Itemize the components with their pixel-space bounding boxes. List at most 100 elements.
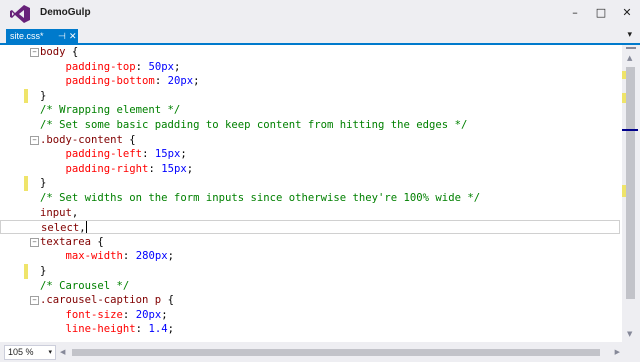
collapse-region-icon[interactable]: − — [30, 296, 39, 306]
code-text: textarea { — [40, 235, 104, 250]
code-token: select — [41, 222, 80, 235]
close-button[interactable]: ✕ — [620, 6, 634, 20]
code-token: textarea — [40, 235, 92, 248]
code-token: } — [40, 177, 47, 190]
code-token: /* Set some basic padding to keep conten… — [40, 119, 468, 131]
code-token: /* Set widths on the form inputs since o… — [40, 192, 481, 204]
horizontal-scroll-thumb[interactable] — [72, 349, 600, 356]
code-text: max-width: 280px; — [40, 249, 174, 264]
code-token: padding-top — [40, 60, 136, 73]
chevron-down-icon: ▾ — [48, 349, 52, 356]
code-token: } — [40, 265, 47, 277]
overview-change-mark — [622, 71, 626, 79]
scroll-left-icon[interactable]: ◀ — [60, 346, 65, 358]
scroll-up-icon[interactable]: ▲ — [627, 54, 632, 62]
split-window-icon[interactable] — [626, 47, 636, 53]
collapse-region-icon[interactable]: − — [30, 135, 39, 145]
document-tab-strip: site.css* ⊣ ✕ ▾ — [0, 28, 640, 45]
code-line[interactable]: padding-right: 15px; — [0, 162, 620, 177]
code-line[interactable]: } — [0, 89, 620, 104]
code-token: 20px — [167, 75, 194, 88]
vertical-scroll-thumb[interactable] — [626, 67, 635, 299]
code-token: { — [91, 235, 104, 248]
collapse-region-icon[interactable]: − — [30, 237, 39, 247]
overview-caret-mark — [622, 129, 638, 131]
code-token: : — [135, 60, 149, 73]
editor-bottom-bar: 105 % ▾ ◀ ▶ — [0, 342, 640, 362]
minimize-button[interactable]: – — [568, 6, 582, 20]
code-token: /* Wrapping element */ — [40, 104, 181, 117]
code-text: input, — [40, 206, 78, 221]
code-line[interactable]: − .carousel-caption p { — [0, 293, 620, 308]
code-text: padding-bottom: 20px; — [40, 74, 200, 89]
code-line[interactable]: padding-bottom: 20px; — [0, 74, 620, 89]
code-token: { — [65, 46, 79, 58]
code-token: : — [122, 250, 136, 263]
code-line[interactable]: max-width: 280px; — [0, 249, 620, 264]
code-token: ; — [180, 148, 187, 161]
code-token: ; — [161, 308, 168, 321]
maximize-button[interactable]: □ — [594, 6, 608, 20]
code-line[interactable]: line-height: 1.4; — [0, 322, 620, 337]
code-token: } — [40, 89, 47, 102]
code-line[interactable]: /* Wrapping element */ — [0, 103, 620, 118]
code-token: .carousel-caption p — [40, 294, 162, 307]
code-line[interactable]: /* Set widths on the form inputs since o… — [0, 191, 620, 206]
code-line[interactable]: } — [0, 264, 620, 279]
code-token: .body-content — [40, 133, 123, 146]
tab-site-css[interactable]: site.css* ⊣ ✕ — [6, 29, 78, 43]
code-text: select, — [41, 221, 87, 236]
code-token: line-height — [40, 323, 136, 336]
code-token: : — [135, 323, 149, 336]
code-token: ; — [167, 323, 174, 336]
code-text: /* Set some basic padding to keep conten… — [40, 118, 467, 133]
vertical-scrollbar[interactable]: ▲ ▼ — [622, 45, 640, 342]
code-token: : — [142, 148, 155, 161]
code-token: max-width — [40, 250, 123, 263]
code-text: .body-content { — [40, 133, 136, 148]
code-text: padding-top: 50px; — [40, 60, 181, 75]
code-text: /* Set widths on the form inputs since o… — [40, 191, 480, 206]
overview-change-mark — [622, 93, 626, 103]
overview-change-mark — [622, 185, 626, 197]
code-text: font-size: 20px; — [40, 308, 168, 323]
code-token: { — [122, 133, 136, 146]
zoom-dropdown[interactable]: 105 % ▾ — [4, 345, 56, 360]
scroll-right-icon[interactable]: ▶ — [615, 346, 620, 358]
code-token: 15px — [154, 148, 181, 161]
horizontal-scrollbar[interactable]: ◀ ▶ — [58, 346, 622, 358]
scroll-down-icon[interactable]: ▼ — [627, 330, 632, 338]
code-line[interactable]: − textarea { — [0, 235, 620, 250]
code-text: .carousel-caption p { — [40, 293, 174, 308]
code-token: padding-right — [40, 162, 149, 175]
code-line[interactable]: padding-top: 50px; — [0, 60, 620, 75]
collapse-region-icon[interactable]: − — [30, 48, 39, 57]
code-line[interactable]: font-size: 20px; — [0, 308, 620, 323]
code-line[interactable]: − body { — [0, 45, 620, 60]
code-text: /* Carousel */ — [40, 279, 129, 294]
current-code-line[interactable]: select, — [0, 220, 620, 236]
tab-dropdown-icon[interactable]: ▾ — [627, 28, 632, 43]
code-line[interactable]: padding-left: 15px; — [0, 147, 620, 162]
code-text: padding-right: 15px; — [40, 162, 194, 177]
code-line[interactable]: } — [0, 176, 620, 191]
code-line[interactable]: − .body-content { — [0, 133, 620, 148]
code-line[interactable]: /* Set some basic padding to keep conten… — [0, 118, 620, 133]
code-token: padding-bottom — [40, 75, 155, 88]
code-token: ; — [167, 250, 174, 263]
code-token: { — [161, 294, 174, 307]
pin-icon[interactable]: ⊣ — [58, 29, 66, 43]
tab-close-icon[interactable]: ✕ — [69, 29, 77, 43]
code-line[interactable]: /* Carousel */ — [0, 279, 620, 294]
visual-studio-logo-icon — [10, 5, 30, 23]
code-token: ; — [193, 75, 200, 88]
code-line[interactable]: input, — [0, 206, 620, 221]
code-token: input — [40, 206, 72, 219]
code-text: } — [40, 264, 46, 279]
code-text: body { — [40, 45, 78, 60]
code-token: 20px — [135, 308, 162, 321]
code-text: /* Wrapping element */ — [40, 103, 180, 118]
code-text: } — [40, 89, 46, 104]
code-editor[interactable]: − body { padding-top: 50px; padding-botto… — [0, 45, 622, 342]
code-token: /* Carousel */ — [40, 279, 130, 292]
